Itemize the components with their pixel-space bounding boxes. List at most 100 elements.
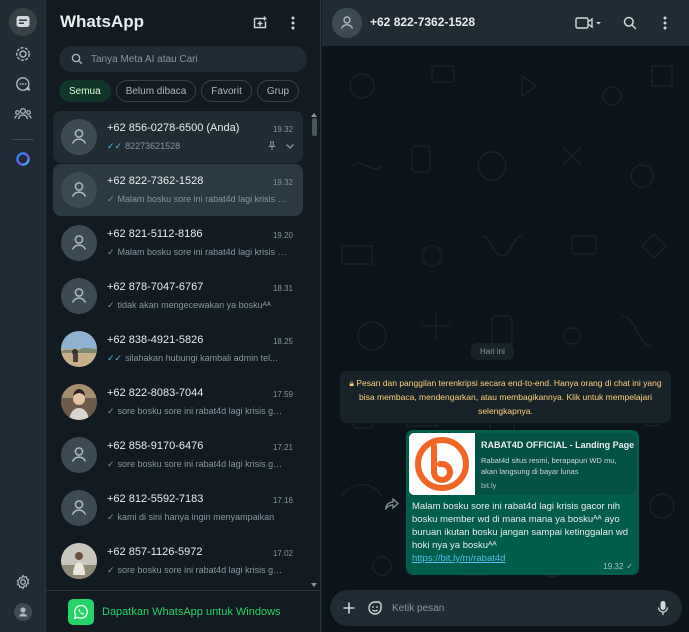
- composer: [322, 586, 689, 632]
- chat-preview-text: Malam bosku sore ini rabat4d lagi krisis…: [117, 247, 287, 257]
- channels-icon[interactable]: [9, 70, 37, 98]
- chat-list-scrollbar[interactable]: [311, 113, 318, 587]
- chat-actions: [267, 140, 295, 154]
- chat-time: 19.20: [272, 231, 293, 240]
- date-divider: Hari ini: [471, 343, 514, 360]
- chat-item[interactable]: +62 822-7362-1528 19.32 ✓ Malam bosku sor…: [53, 164, 303, 216]
- contact-name[interactable]: +62 822-7362-1528: [370, 15, 475, 29]
- message-link[interactable]: https://bit.ly/m/rabat4d: [412, 553, 505, 564]
- search-bar: [59, 46, 307, 72]
- filter-all[interactable]: Semua: [59, 80, 111, 102]
- conversation-header[interactable]: +62 822-7362-1528: [322, 0, 689, 46]
- chat-time: 17.02: [272, 549, 293, 558]
- chat-preview-text: 82273621528: [125, 141, 181, 151]
- chat-preview: ✓ sore bosku sore ini rabat4d lagi krisis…: [107, 565, 287, 576]
- avatar-photo: [61, 331, 97, 367]
- encryption-notice[interactable]: 🔒︎ Pesan dan panggilan terenkripsi secar…: [340, 371, 671, 423]
- link-preview-card[interactable]: RABAT4D OFFICIAL - Landing Page Rabat4d …: [409, 433, 636, 495]
- communities-icon[interactable]: [9, 100, 37, 128]
- outgoing-message[interactable]: RABAT4D OFFICIAL - Landing Page Rabat4d …: [406, 430, 639, 575]
- menu-icon[interactable]: [658, 12, 672, 34]
- filter-groups[interactable]: Grup: [256, 80, 300, 102]
- chat-time: 18.25: [272, 337, 293, 346]
- chat-preview: ✓ Malam bosku sore ini rabat4d lagi krisi…: [107, 247, 287, 258]
- chat-item[interactable]: +62 822-8083-7044 17.59 ✓ sore bosku sore…: [53, 376, 303, 428]
- check-icon: ✓: [107, 406, 115, 416]
- link-preview-title: RABAT4D OFFICIAL - Landing Page: [481, 440, 635, 450]
- filter-favorites[interactable]: Favorit: [201, 80, 252, 102]
- chat-preview-text: Malam bosku sore ini rabat4d lagi krisis…: [117, 194, 287, 204]
- app-title: WhatsApp: [60, 12, 145, 31]
- chat-item[interactable]: +62 856-0278-6500 (Anda) 19.32 ✓✓ 8227362…: [53, 111, 303, 163]
- chat-preview-text: sore bosku sore ini rabat4d lagi krisis …: [117, 406, 287, 416]
- status-icon[interactable]: [9, 40, 37, 68]
- chat-time: 19.32: [272, 178, 293, 187]
- check-icon: ✓: [107, 459, 115, 469]
- chat-preview: ✓ tidak akan mengecewakan ya boskuᴬᴬ: [107, 300, 287, 311]
- avatar: [61, 172, 97, 208]
- chat-name: +62 822-7362-1528: [107, 175, 204, 187]
- chat-preview-text: kami di sini hanya ingin menyampaikan: [117, 512, 275, 522]
- filter-unread[interactable]: Belum dibaca: [115, 80, 197, 102]
- profile-icon[interactable]: [9, 598, 37, 626]
- chat-item[interactable]: +62 838-4921-5826 18.25 ✓✓ silahakan hubu…: [53, 323, 303, 375]
- scroll-up-arrow[interactable]: [311, 113, 317, 117]
- chat-preview: ✓✓ silahakan hubungi kambali admin tel...: [107, 353, 287, 364]
- video-call-icon[interactable]: [572, 12, 604, 34]
- message-text: Malam bosku sore ini rabat4d lagi krisis…: [412, 500, 634, 565]
- windows-app-banner[interactable]: Dapatkan WhatsApp untuk Windows: [46, 590, 321, 632]
- forward-icon[interactable]: [384, 497, 400, 514]
- link-preview-description: Rabat4d situs resmi, berapapun WD mu, ak…: [481, 456, 617, 476]
- chat-name: +62 821-5112-8186: [107, 228, 203, 240]
- conversation-pane: +62 822-7362-1528 Hari ini 🔒︎ Pesan dan …: [322, 0, 689, 632]
- chat-preview: ✓ kami di sini hanya ingin menyampaikan: [107, 512, 287, 523]
- message-meta: 19.32 ✓: [603, 562, 633, 571]
- avatar-photo: [61, 543, 97, 579]
- mic-icon[interactable]: [654, 599, 672, 617]
- settings-icon[interactable]: [9, 568, 37, 596]
- chat-name: +62 856-0278-6500 (Anda): [107, 122, 240, 134]
- chat-time: 18.31: [272, 284, 293, 293]
- chat-preview-text: sore bosku sore ini rabat4d lagi krisis …: [117, 459, 287, 469]
- sticker-icon[interactable]: [366, 599, 384, 617]
- message-time: 19.32: [603, 562, 624, 571]
- message-input[interactable]: [392, 590, 642, 626]
- scroll-down-arrow[interactable]: [311, 583, 317, 587]
- chat-preview: ✓✓ 82273621528: [107, 141, 287, 152]
- chat-preview: ✓ Malam bosku sore ini rabat4d lagi krisi…: [107, 194, 287, 205]
- meta-ai-icon[interactable]: [9, 145, 37, 173]
- chat-time: 17.16: [272, 496, 293, 505]
- attach-icon[interactable]: [340, 599, 358, 617]
- link-preview-thumbnail: [409, 433, 475, 495]
- avatar: [61, 490, 97, 526]
- filter-chips: Semua Belum dibaca Favorit Grup: [59, 80, 300, 102]
- check-icon: ✓: [107, 512, 115, 522]
- chats-icon[interactable]: [9, 8, 37, 36]
- chat-name: +62 812-5592-7183: [107, 493, 204, 505]
- search-input[interactable]: [91, 46, 296, 72]
- menu-icon[interactable]: [282, 12, 304, 34]
- double-check-icon: ✓✓: [107, 353, 123, 363]
- check-icon: ✓: [107, 247, 115, 257]
- encryption-notice-text: Pesan dan panggilan terenkripsi secara e…: [356, 378, 662, 416]
- windows-app-label: Dapatkan WhatsApp untuk Windows: [102, 605, 281, 618]
- avatar: [61, 225, 97, 261]
- chat-name: +62 838-4921-5826: [107, 334, 204, 346]
- chat-name: +62 857-1126-5972: [107, 546, 203, 558]
- new-chat-icon[interactable]: [249, 12, 271, 34]
- chat-preview-text: sore bosku sore ini rabat4d lagi krisis …: [117, 565, 287, 575]
- chat-item[interactable]: +62 878-7047-6767 18.31 ✓ tidak akan meng…: [53, 270, 303, 322]
- link-preview-domain: bit.ly: [481, 481, 497, 490]
- search-icon[interactable]: [620, 12, 640, 34]
- chat-preview-text: tidak akan mengecewakan ya boskuᴬᴬ: [117, 300, 271, 310]
- chevron-down-icon[interactable]: [285, 140, 295, 154]
- double-check-icon: ✓✓: [107, 141, 123, 151]
- chat-item[interactable]: +62 812-5592-7183 17.16 ✓ kami di sini ha…: [53, 482, 303, 534]
- chat-item[interactable]: +62 857-1126-5972 17.02 ✓ sore bosku sore…: [53, 535, 303, 587]
- contact-avatar[interactable]: [332, 8, 362, 38]
- scroll-thumb[interactable]: [312, 118, 317, 136]
- chat-preview-text: silahakan hubungi kambali admin tel...: [125, 353, 278, 363]
- chat-item[interactable]: +62 858-9170-6476 17.21 ✓ sore bosku sore…: [53, 429, 303, 481]
- chat-time: 17.59: [272, 390, 293, 399]
- chat-item[interactable]: +62 821-5112-8186 19.20 ✓ Malam bosku sor…: [53, 217, 303, 269]
